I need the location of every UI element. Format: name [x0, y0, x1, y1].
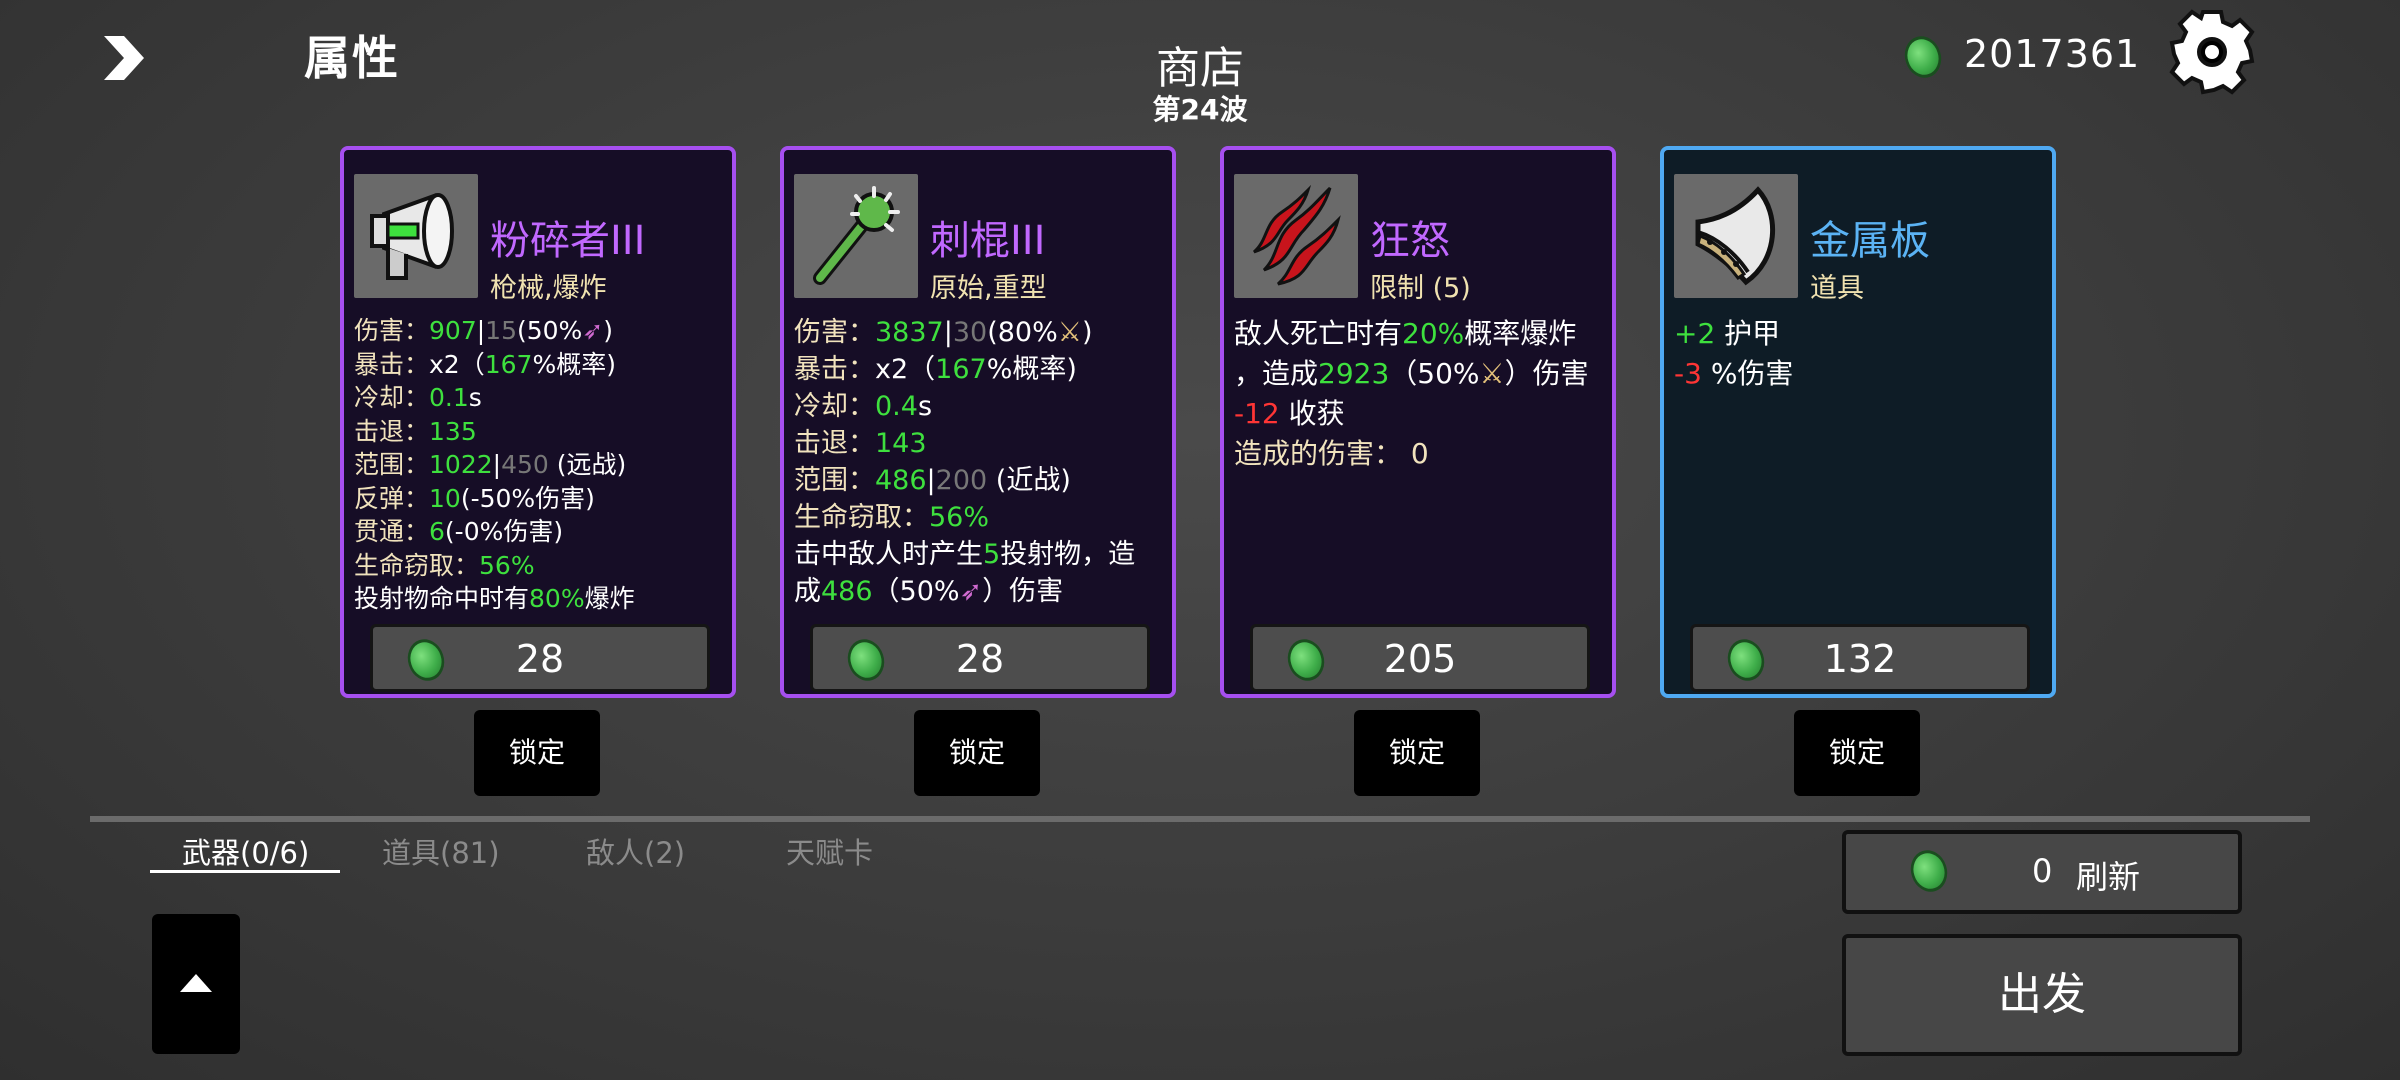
rage-claw-icon — [1234, 174, 1358, 298]
shop-card-weapon-crusher[interactable]: 粉碎者III 枪械,爆炸 伤害：907|15(50%➶) 暴击：x2（167%概… — [340, 146, 736, 698]
ranged-scale-icon: ➶ — [582, 316, 604, 345]
effect-line-2: ，造成2923（50%⚔）伤害 — [1234, 357, 1589, 390]
card-stats: +2 护甲 -3 %伤害 — [1674, 314, 2046, 394]
stat-range: 范围：1022|450 (远战) — [354, 450, 627, 479]
stat-pierce: 贯通：6(-0%伤害) — [354, 517, 564, 546]
refresh-label: 刷新 — [2076, 858, 2141, 896]
shop-card-weapon-spiked-club[interactable]: 刺棍III 原始,重型 伤害：3837|30(80%⚔) 暴击：x2（167%概… — [780, 146, 1176, 698]
stat-lifesteal: 生命窃取：56% — [354, 550, 535, 580]
melee-scale-icon: ⚔ — [1479, 357, 1505, 390]
card-tags: 限制 (5) — [1370, 273, 1471, 304]
settings-button[interactable] — [2166, 6, 2258, 98]
stat-cooldown: 冷却：0.4s — [794, 391, 933, 422]
shop-card-item-metal-plate[interactable]: 金属板 道具 +2 护甲 -3 %伤害 132 — [1660, 146, 2056, 698]
stat-crit: 暴击：x2（167%概率) — [354, 349, 616, 379]
melee-scale-icon: ⚔ — [1057, 317, 1082, 348]
card-name: 粉碎者III — [490, 218, 646, 264]
price-label: 205 — [1383, 637, 1457, 681]
stat-damage: 伤害：907|15(50%➶) — [354, 316, 614, 345]
metal-plate-icon — [1674, 174, 1798, 298]
stat-knockback: 击退：143 — [794, 428, 927, 459]
gear-icon — [2169, 9, 2255, 95]
card-tags: 枪械,爆炸 — [490, 273, 607, 304]
stat-knockback: 击退：135 — [354, 416, 477, 446]
stat-lifesteal: 生命窃取：56% — [794, 502, 990, 533]
price-label: 28 — [515, 637, 565, 681]
ranged-scale-icon: ➶ — [959, 576, 983, 607]
card-tags: 道具 — [1810, 273, 1864, 304]
stat-bounce: 反弹：10(-50%伤害) — [354, 483, 595, 513]
tab-talent-cards[interactable]: 天赋卡 — [786, 830, 873, 872]
active-tab-underline — [150, 870, 340, 873]
lock-button[interactable]: 锁定 — [914, 710, 1040, 796]
spiked-club-icon — [794, 174, 918, 298]
lock-button[interactable]: 锁定 — [474, 710, 600, 796]
tab-items[interactable]: 道具(81) — [382, 830, 500, 872]
stat-special: 击中敌人时产生5投射物，造 — [794, 539, 1136, 570]
stat-damage-pct: -3 %伤害 — [1674, 357, 1794, 390]
price-label: 132 — [1823, 637, 1897, 681]
stat-damage: 伤害：3837|30(80%⚔) — [794, 317, 1093, 348]
card-tags: 原始,重型 — [930, 273, 1047, 304]
material-coin-icon — [1905, 845, 1953, 897]
shop-card-item-rage[interactable]: 狂怒 限制 (5) 敌人死亡时有20%概率爆炸 ，造成2923（50%⚔）伤害 … — [1220, 146, 1616, 698]
refresh-cost: 0 — [2032, 852, 2053, 890]
effect-line-1: 敌人死亡时有20%概率爆炸 — [1234, 317, 1577, 350]
card-stats: 伤害：907|15(50%➶) 暴击：x2（167%概率) 冷却：0.1s 击退… — [354, 314, 726, 616]
lock-button[interactable]: 锁定 — [1794, 710, 1920, 796]
wave-indicator: 第24波 — [1152, 93, 1248, 126]
stat-crit: 暴击：x2（167%概率) — [794, 354, 1077, 385]
lock-button[interactable]: 锁定 — [1354, 710, 1480, 796]
card-name: 金属板 — [1810, 218, 1930, 264]
stat-cooldown: 冷却：0.1s — [354, 383, 482, 412]
refresh-button[interactable]: 0 刷新 — [1842, 830, 2242, 914]
effect-line-3: -12 收获 — [1234, 397, 1345, 430]
triangle-up-icon — [180, 974, 212, 992]
stat-range: 范围：486|200 (近战) — [794, 465, 1071, 496]
buy-button[interactable]: 205 — [1250, 624, 1590, 692]
expand-panel-button[interactable] — [152, 914, 240, 1054]
buy-button[interactable]: 28 — [370, 624, 710, 692]
tab-weapons[interactable]: 武器(0/6) — [182, 830, 309, 872]
section-divider — [90, 816, 2310, 822]
tab-enemies[interactable]: 敌人(2) — [586, 830, 685, 872]
stat-armor: +2 护甲 — [1674, 317, 1781, 350]
card-name: 狂怒 — [1370, 218, 1450, 264]
price-label: 28 — [955, 637, 1005, 681]
stat-special-2: 成486（50%➶）伤害 — [794, 576, 1064, 607]
card-stats: 敌人死亡时有20%概率爆炸 ，造成2923（50%⚔）伤害 -12 收获 造成的… — [1234, 314, 1606, 474]
buy-button[interactable]: 28 — [810, 624, 1150, 692]
effect-line-4: 造成的伤害： 0 — [1234, 437, 1429, 470]
depart-button[interactable]: 出发 — [1842, 934, 2242, 1056]
card-name: 刺棍III — [930, 218, 1046, 264]
card-stats: 伤害：3837|30(80%⚔) 暴击：x2（167%概率) 冷却：0.4s 击… — [794, 314, 1166, 610]
buy-button[interactable]: 132 — [1690, 624, 2030, 692]
stat-special: 投射物命中时有80%爆炸 — [354, 584, 635, 613]
megaphone-gun-icon — [354, 174, 478, 298]
material-count: 2017361 — [1964, 32, 2141, 76]
